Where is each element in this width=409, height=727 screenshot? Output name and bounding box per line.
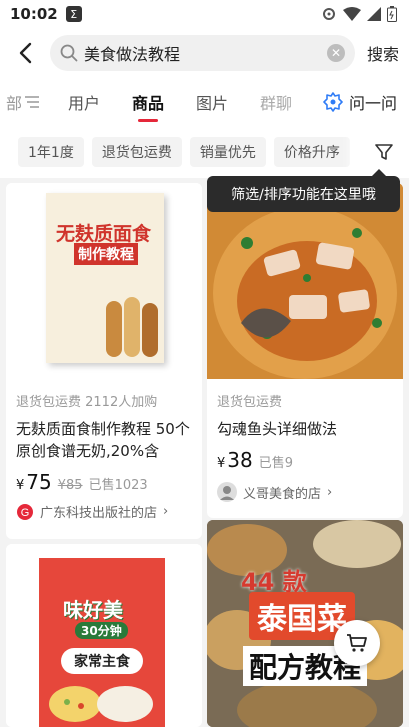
price-value: 75 [26,470,52,494]
search-icon [60,44,78,62]
product-card[interactable]: 44 款 泰国菜 配方教程 [207,520,403,727]
search-input[interactable]: 美食做法教程 ✕ [50,35,355,71]
status-icons [321,6,397,22]
shop-link[interactable]: 义哥美食的店 › [207,482,403,502]
shop-logo-icon: G [17,503,33,520]
clear-icon[interactable]: ✕ [326,44,345,62]
signal-icon [367,7,381,21]
ask-gear-icon [323,92,343,112]
bread-illustration [106,297,158,357]
book-cover: 无麸质面食 制作教程 [46,193,164,363]
list-icon [25,96,39,108]
svg-text:G: G [21,507,30,519]
status-time: 10:02 [10,5,58,23]
cover-title: 无麸质面食 [56,223,152,245]
filter-bar: 1年1度 退货包运费 销量优先 价格升序 [0,126,409,178]
product-image: 味好美 30分钟 家常主食 [6,544,202,727]
tab-all[interactable]: 部 [6,90,22,114]
product-title: 无麸质面食制作教程 50个原创食谱无奶,20%含 [16,420,190,460]
tab-users[interactable]: 用户 [68,90,100,114]
cover-subtitle: 制作教程 [74,243,138,265]
food-illustration [49,686,153,722]
product-tags: 退货包运费 [217,395,283,410]
status-bar: 10:02 Σ [0,0,409,28]
back-button[interactable] [10,38,40,68]
book-cover: 味好美 30分钟 家常主食 [39,558,165,727]
price-currency: ¥ [16,478,25,493]
original-price: ¥85 [57,478,83,493]
app-badge-icon: Σ [65,6,82,22]
cover-title: 味好美 [63,598,123,622]
shop-link[interactable]: G 广东科技出版社的店 › [6,502,202,521]
filter-tooltip: 筛选/排序功能在这里哦 [207,169,400,212]
filter-chip-free-return[interactable]: 退货包运费 [91,137,182,167]
tab-images[interactable]: 图片 [196,90,228,114]
price-row: ¥ 75 ¥85 已售1023 [6,470,202,494]
filter-chip-annual[interactable]: 1年1度 [18,137,84,167]
avatar [217,482,237,502]
battery-icon [387,6,397,22]
funnel-icon [375,144,393,160]
chevron-right-icon: › [327,484,333,500]
tab-groups[interactable]: 群聊 [260,90,292,114]
search-button[interactable]: 搜索 [363,41,399,65]
price-currency: ¥ [217,456,226,471]
product-image: 44 款 泰国菜 配方教程 [207,520,403,727]
product-card[interactable]: 无麸质面食 制作教程 退货包运费 2112人加购 无麸质面食制作教程 50个原创… [6,183,202,539]
settings-icon [323,8,335,20]
fish-head-dish [207,183,403,379]
shop-name: 广东科技出版社的店 [40,506,158,521]
price-row: ¥ 38 已售9 [207,448,403,472]
filter-chip-sales[interactable]: 销量优先 [189,137,266,167]
filter-chip-price[interactable]: 价格升序 [273,137,350,167]
ask-button[interactable]: 问一问 [309,78,409,126]
sold-count: 已售1023 [88,478,148,493]
shop-name: 义哥美食的店 [243,486,322,502]
wifi-icon [343,7,361,21]
back-arrow-icon [19,42,32,64]
chevron-right-icon: › [163,504,169,519]
product-title: 勾魂鱼头详细做法 [217,420,338,438]
cart-icon [347,634,367,652]
ask-label: 问一问 [349,94,398,113]
sold-count: 已售9 [258,456,294,471]
product-image [207,183,403,379]
cover-badge: 30分钟 [75,622,128,639]
tab-bar: 部 用户 商品 图片 群聊 问一问 [0,78,409,126]
product-tags: 退货包运费 2112人加购 [16,395,158,410]
tab-products[interactable]: 商品 [132,90,164,122]
search-query[interactable]: 美食做法教程 [84,41,327,65]
cover-subtitle: 家常主食 [61,648,143,674]
cart-button[interactable] [334,620,380,666]
search-bar: 美食做法教程 ✕ 搜索 [0,28,409,78]
product-card[interactable]: 退货包运费 勾魂鱼头详细做法 ¥ 38 已售9 义哥美食的店 › [207,183,403,518]
price-value: 38 [227,448,253,472]
product-image: 无麸质面食 制作教程 [6,183,202,381]
product-card[interactable]: 味好美 30分钟 家常主食 [6,544,202,727]
